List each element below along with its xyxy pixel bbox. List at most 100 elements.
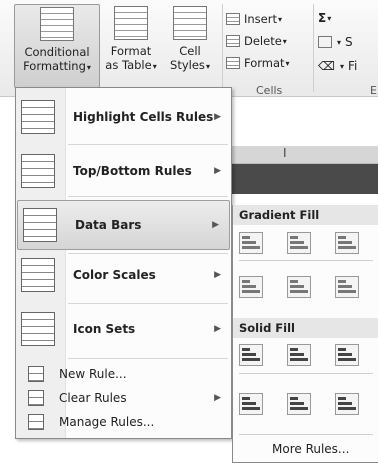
dropdown-caret-icon: ▾	[205, 62, 210, 71]
delete-button[interactable]: Delete ▾	[226, 30, 310, 52]
clear-button[interactable]: ⌫ ▾ Fi	[318, 54, 378, 78]
gradient-bar-icon[interactable]	[239, 276, 263, 298]
conditional-formatting-icon	[40, 7, 74, 41]
menu-item-clear-rules[interactable]: Clear Rules ▶	[16, 386, 231, 410]
solid-bar-icon[interactable]	[239, 344, 263, 366]
gradient-bar-icon[interactable]	[335, 232, 359, 254]
gradient-fill-header: Gradient Fill	[233, 205, 378, 225]
conditional-formatting-label-2: Formatting	[23, 59, 86, 73]
icon-sets-icon	[21, 312, 55, 346]
format-label: Format	[244, 56, 285, 70]
top-bottom-icon	[21, 154, 55, 188]
submenu-separator	[239, 373, 373, 374]
cells-group-label: Cells	[256, 84, 283, 97]
format-as-table-button[interactable]: Format as Table▾	[102, 4, 160, 88]
dropdown-caret-icon: ▾	[337, 37, 342, 47]
dropdown-caret-icon: ▾	[282, 36, 287, 46]
solid-bar-icon[interactable]	[287, 393, 311, 415]
solid-bar-icon[interactable]	[287, 344, 311, 366]
sort-partial-label: S	[345, 35, 353, 49]
clear-rules-icon	[28, 390, 44, 406]
menu-item-icon-sets[interactable]: Icon Sets ▶	[16, 304, 231, 354]
dropdown-caret-icon: ▾	[277, 14, 282, 24]
format-button[interactable]: Format ▾	[226, 52, 310, 74]
fill-button[interactable]: ▾ S	[318, 30, 378, 54]
dropdown-caret-icon: ▾	[339, 61, 344, 71]
menu-item-label: Icon Sets	[73, 322, 136, 336]
conditional-formatting-menu: Highlight Cells Rules ▶ Top/Bottom Rules…	[15, 87, 232, 439]
menu-separator	[68, 196, 228, 197]
cell-styles-icon	[173, 6, 207, 40]
gradient-bar-icon[interactable]	[239, 232, 263, 254]
manage-rules-icon	[28, 414, 44, 430]
menu-item-label: Highlight Cells Rules	[73, 110, 214, 124]
conditional-formatting-button[interactable]: Conditional Formatting▾	[14, 4, 100, 88]
insert-label: Insert	[244, 12, 277, 26]
data-bars-icon	[23, 208, 57, 242]
ribbon: Conditional Formatting▾ Format as Table▾…	[0, 0, 378, 97]
sigma-icon: Σ	[318, 11, 327, 25]
cell-styles-label-2: Styles	[170, 58, 205, 72]
new-rule-icon	[28, 366, 44, 382]
cell-styles-button[interactable]: Cell Styles▾	[162, 4, 218, 88]
format-as-table-icon	[114, 6, 148, 40]
menu-item-label: Manage Rules...	[59, 415, 155, 429]
solid-fill-header: Solid Fill	[233, 318, 378, 338]
insert-button[interactable]: Insert ▾	[226, 8, 310, 30]
dropdown-caret-icon: ▾	[152, 62, 157, 71]
menu-item-highlight-cells-rules[interactable]: Highlight Cells Rules ▶	[16, 92, 231, 142]
submenu-arrow-icon: ▶	[214, 270, 221, 280]
solid-bar-icon[interactable]	[335, 393, 359, 415]
gradient-bar-icon[interactable]	[335, 276, 359, 298]
format-as-table-label-2: as Table	[105, 58, 152, 72]
gradient-bar-icon[interactable]	[287, 232, 311, 254]
submenu-separator	[239, 434, 373, 435]
eraser-icon: ⌫	[318, 59, 335, 73]
highlight-cells-icon	[21, 100, 55, 134]
editing-group: Σ ▾ ▾ S ⌫ ▾ Fi	[318, 6, 378, 78]
submenu-separator	[239, 260, 373, 261]
menu-item-label: Data Bars	[75, 218, 142, 232]
ribbon-separator	[313, 4, 314, 92]
autosum-button[interactable]: Σ ▾	[318, 6, 378, 30]
column-header-bar	[232, 146, 378, 164]
menu-item-top-bottom-rules[interactable]: Top/Bottom Rules ▶	[16, 146, 231, 196]
color-scales-icon	[21, 258, 55, 292]
submenu-arrow-icon: ▶	[212, 220, 219, 230]
menu-item-label: Top/Bottom Rules	[73, 164, 192, 178]
submenu-arrow-icon: ▶	[214, 393, 221, 403]
gradient-bar-icon[interactable]	[287, 276, 311, 298]
conditional-formatting-label-1: Conditional	[24, 45, 90, 59]
worksheet-dark-band	[232, 164, 378, 194]
format-icon	[226, 57, 240, 69]
solid-bar-icon[interactable]	[239, 393, 263, 415]
dropdown-caret-icon: ▾	[285, 58, 290, 68]
cells-group: Insert ▾ Delete ▾ Format ▾	[226, 8, 310, 74]
dropdown-caret-icon: ▾	[86, 63, 91, 72]
delete-label: Delete	[244, 34, 282, 48]
menu-item-label: Clear Rules	[59, 391, 127, 405]
find-partial-label: Fi	[347, 59, 358, 73]
menu-item-manage-rules[interactable]: Manage Rules...	[16, 410, 231, 434]
submenu-arrow-icon: ▶	[214, 324, 221, 334]
format-as-table-label-1: Format	[110, 44, 152, 58]
data-bars-submenu: Gradient Fill Solid Fill	[232, 205, 378, 463]
cell-styles-label-1: Cell	[179, 44, 201, 58]
menu-separator	[68, 144, 228, 145]
submenu-arrow-icon: ▶	[214, 112, 221, 122]
submenu-arrow-icon: ▶	[214, 166, 221, 176]
menu-item-label: Color Scales	[73, 268, 156, 282]
dropdown-caret-icon: ▾	[327, 13, 332, 23]
menu-item-color-scales[interactable]: Color Scales ▶	[16, 250, 231, 300]
menu-item-new-rule[interactable]: New Rule...	[16, 362, 231, 386]
menu-separator	[68, 358, 228, 359]
column-header-i[interactable]: I	[283, 146, 287, 160]
menu-item-data-bars[interactable]: Data Bars ▶	[17, 200, 230, 250]
solid-bar-icon[interactable]	[335, 344, 359, 366]
editing-group-label: E	[370, 84, 377, 97]
menu-item-label: New Rule...	[59, 367, 127, 381]
ribbon-separator	[222, 4, 223, 92]
insert-icon	[226, 13, 240, 25]
fill-icon	[318, 36, 332, 48]
more-rules-link[interactable]: More Rules...	[272, 442, 349, 456]
